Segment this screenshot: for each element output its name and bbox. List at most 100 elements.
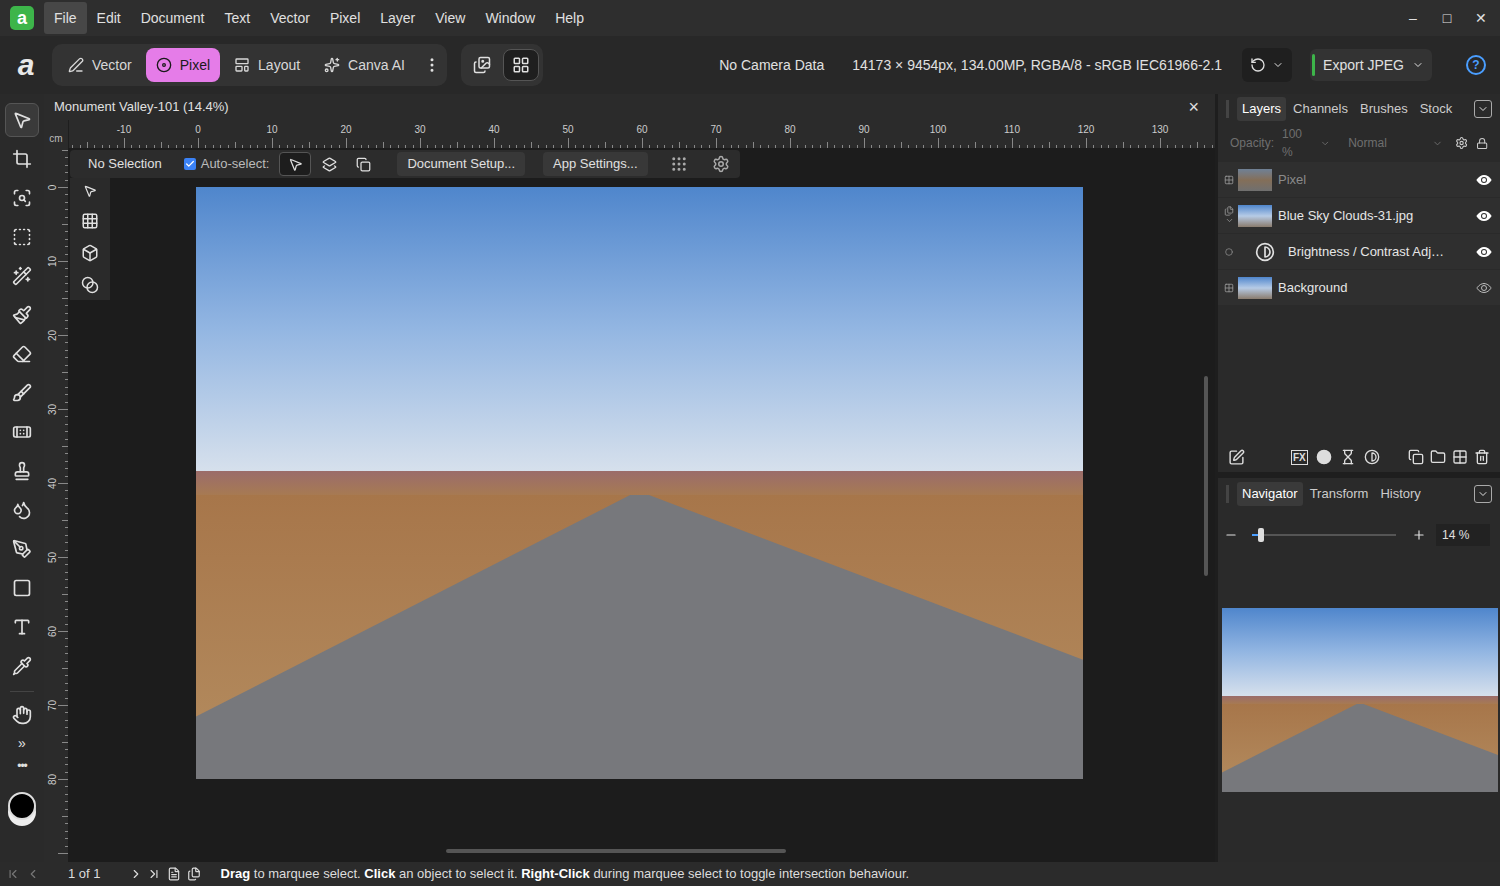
- help-button[interactable]: ?: [1466, 55, 1486, 75]
- menu-item[interactable]: Pixel: [320, 2, 370, 34]
- gear-icon[interactable]: [1455, 136, 1468, 150]
- fx-button[interactable]: FX: [1291, 450, 1308, 465]
- page-icon[interactable]: [167, 867, 181, 881]
- panel-tab[interactable]: Layers: [1237, 97, 1286, 121]
- app-logo[interactable]: a: [10, 6, 34, 30]
- panel-menu-button[interactable]: [1474, 485, 1492, 503]
- canvas[interactable]: No SelectionAuto-select:Document Setup..…: [68, 148, 1215, 862]
- layer-row[interactable]: Blue Sky Clouds-31.jpg: [1218, 198, 1500, 233]
- last-page-icon[interactable]: [147, 867, 161, 881]
- eye-hidden-icon[interactable]: [1476, 280, 1492, 296]
- snapping-icon[interactable]: [670, 155, 688, 173]
- zoom-in-icon[interactable]: [1412, 528, 1426, 542]
- panel-menu-button[interactable]: [1474, 100, 1492, 118]
- tool-overflow[interactable]: •••: [17, 760, 27, 772]
- edit-icon[interactable]: [1228, 449, 1245, 466]
- context-button[interactable]: Document Setup...: [397, 152, 525, 176]
- tool-button[interactable]: [5, 532, 39, 566]
- tool-button[interactable]: [5, 142, 39, 176]
- color-swatch[interactable]: [8, 792, 36, 820]
- auto-select-checkbox[interactable]: Auto-select:: [184, 154, 270, 174]
- tool-button[interactable]: [5, 337, 39, 371]
- select-mode-button[interactable]: [313, 152, 345, 176]
- horizontal-scrollbar[interactable]: [446, 849, 786, 853]
- duplicate-icon[interactable]: [1408, 449, 1424, 465]
- close-document-button[interactable]: ×: [1188, 98, 1199, 116]
- persona-button[interactable]: Layout: [224, 48, 310, 82]
- tool-button[interactable]: [5, 454, 39, 488]
- undo-dropdown[interactable]: [1242, 48, 1292, 82]
- mask-icon[interactable]: [1316, 449, 1332, 465]
- select-mode-button[interactable]: [279, 152, 311, 176]
- vertical-scrollbar[interactable]: [1204, 376, 1208, 576]
- layer-row[interactable]: Brightness / Contrast Adj…: [1218, 234, 1500, 269]
- previous-page-icon[interactable]: [26, 867, 40, 881]
- tool-button[interactable]: [5, 571, 39, 605]
- tool-button[interactable]: [5, 181, 39, 215]
- menu-item[interactable]: File: [44, 2, 87, 34]
- layer-row[interactable]: Background: [1218, 270, 1500, 305]
- tool-button[interactable]: [5, 493, 39, 527]
- menu-item[interactable]: Edit: [87, 2, 131, 34]
- window-control[interactable]: –: [1398, 3, 1428, 33]
- menu-item[interactable]: View: [425, 2, 475, 34]
- menu-item[interactable]: Vector: [260, 2, 320, 34]
- more-icon[interactable]: [423, 56, 441, 74]
- panel-tab[interactable]: Brushes: [1355, 97, 1413, 121]
- context-button[interactable]: App Settings...: [543, 152, 648, 176]
- zoom-slider[interactable]: [1252, 527, 1396, 543]
- window-control[interactable]: □: [1432, 3, 1462, 33]
- menu-item[interactable]: Document: [131, 2, 215, 34]
- mesh-warp-icon[interactable]: [81, 212, 99, 230]
- gear-icon[interactable]: [712, 155, 730, 173]
- horizontal-ruler[interactable]: -100102030405060708090100110120130: [68, 120, 1215, 148]
- lock-icon[interactable]: [1476, 137, 1488, 150]
- opacity-field[interactable]: 100 %: [1282, 125, 1330, 161]
- tool-button[interactable]: [5, 259, 39, 293]
- tool-button[interactable]: [5, 103, 39, 137]
- menu-item[interactable]: Window: [475, 2, 545, 34]
- vertical-ruler[interactable]: 01020304050607080: [44, 148, 68, 862]
- layer-row[interactable]: Pixel: [1218, 162, 1500, 197]
- live-filter-icon[interactable]: [1364, 449, 1380, 465]
- document-tab[interactable]: Monument Valley-101 (14.4%)×: [44, 94, 1215, 120]
- folder-icon[interactable]: [1430, 449, 1446, 465]
- persona-button[interactable]: Canva AI: [314, 48, 415, 82]
- menu-item[interactable]: Help: [545, 2, 594, 34]
- tool-button[interactable]: [5, 220, 39, 254]
- zoom-out-icon[interactable]: [1224, 528, 1238, 542]
- tool-button[interactable]: [5, 610, 39, 644]
- tool-button[interactable]: [5, 415, 39, 449]
- panel-tab[interactable]: Stock: [1415, 97, 1458, 121]
- trash-icon[interactable]: [1474, 449, 1490, 465]
- panel-tab[interactable]: Navigator: [1237, 482, 1303, 506]
- panel-tab[interactable]: Transform: [1305, 482, 1374, 506]
- zoom-field[interactable]: 14 %: [1436, 524, 1490, 546]
- next-page-icon[interactable]: [129, 867, 143, 881]
- tool-button[interactable]: [5, 376, 39, 410]
- pixel-layer-icon[interactable]: [1452, 449, 1468, 465]
- panel-tab[interactable]: Channels: [1288, 97, 1353, 121]
- more-tools[interactable]: »: [18, 736, 26, 750]
- adjustment-icon[interactable]: [1340, 449, 1356, 465]
- eye-icon[interactable]: [1476, 208, 1492, 224]
- menu-item[interactable]: Text: [215, 2, 261, 34]
- select-mode-button[interactable]: [347, 152, 379, 176]
- persona-button[interactable]: Pixel: [146, 48, 220, 82]
- liquify-icon[interactable]: [81, 276, 99, 294]
- persona-logo[interactable]: a: [0, 50, 52, 80]
- export-button[interactable]: Export JPEG: [1310, 49, 1432, 81]
- tool-button[interactable]: [5, 298, 39, 332]
- tool-button[interactable]: [5, 649, 39, 683]
- perspective-icon[interactable]: [81, 244, 99, 262]
- menu-item[interactable]: Layer: [370, 2, 425, 34]
- panel-tab[interactable]: History: [1375, 482, 1425, 506]
- tool-button[interactable]: [5, 698, 39, 732]
- arrow-icon[interactable]: [83, 184, 97, 198]
- eye-icon[interactable]: [1476, 244, 1492, 260]
- studio-button[interactable]: [465, 49, 499, 81]
- window-control[interactable]: ✕: [1466, 3, 1496, 33]
- persona-button[interactable]: Vector: [58, 48, 142, 82]
- layout-button[interactable]: [503, 49, 539, 81]
- first-page-icon[interactable]: [6, 867, 20, 881]
